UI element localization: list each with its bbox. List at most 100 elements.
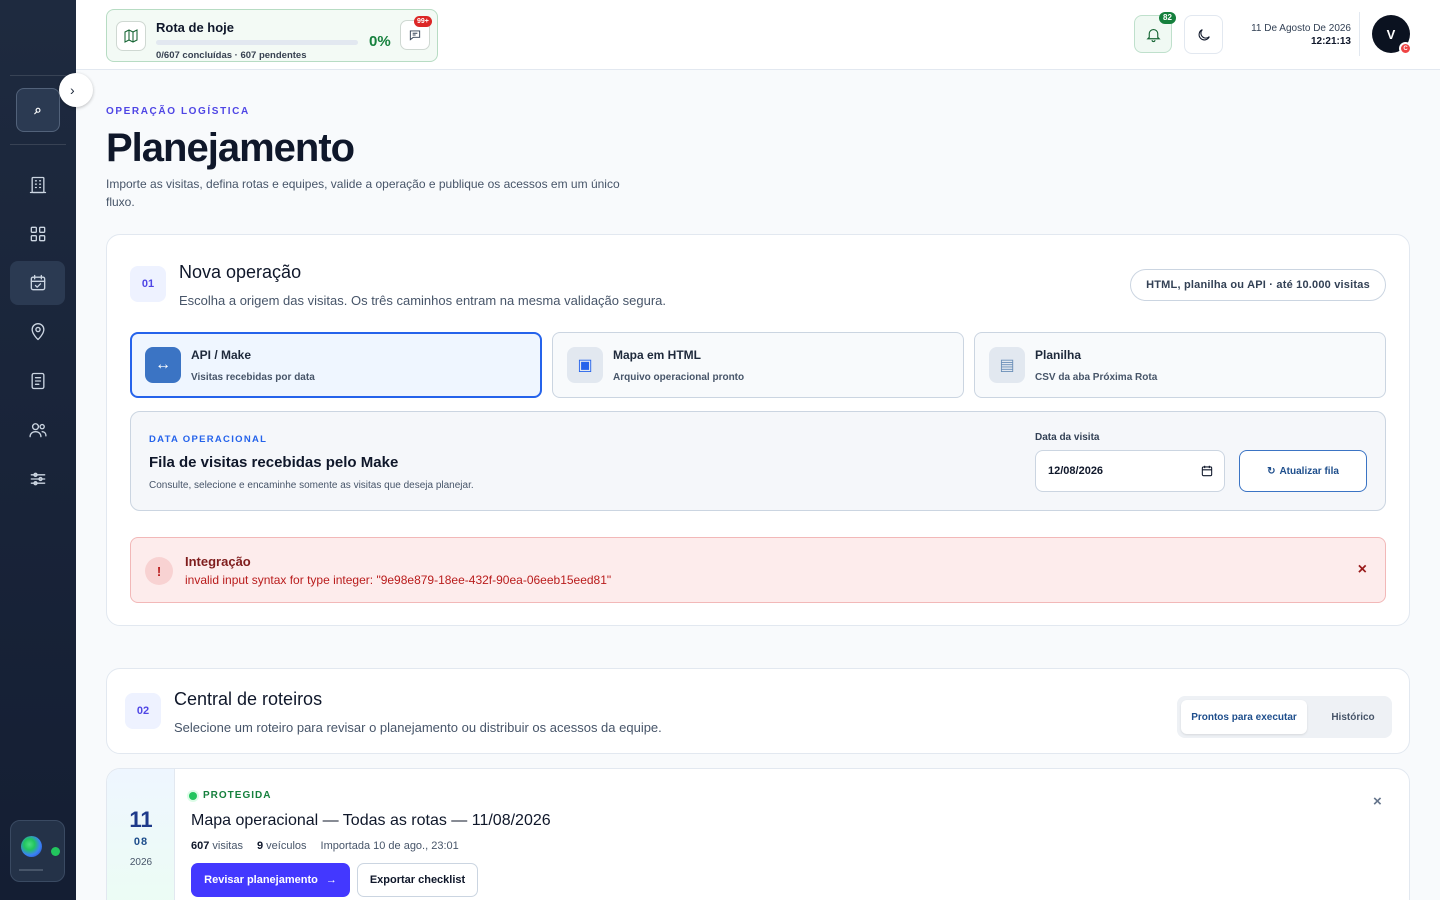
map-icon [124, 29, 138, 43]
review-planning-button[interactable]: Revisar planejamento → [191, 863, 350, 897]
sidebar-item-planning[interactable] [10, 261, 65, 305]
route-map-button[interactable] [116, 21, 146, 51]
topbar: Rota de hoje 0/607 concluídas · 607 pend… [76, 0, 1440, 70]
grid-icon [30, 226, 45, 242]
export-checklist-button[interactable]: Exportar checklist [357, 863, 478, 897]
chat-badge: 99+ [414, 16, 432, 27]
tab-ready[interactable]: Prontos para executar [1181, 700, 1307, 734]
source-option-api[interactable]: ↔ API / Make Visitas recebidas por data [130, 332, 542, 398]
routes-center-card: 02 Central de roteiros Selecione um rote… [106, 668, 1410, 754]
make-queue-panel: DATA OPERACIONAL Fila de visitas recebid… [130, 411, 1386, 511]
option-subtitle: Visitas recebidas por data [191, 372, 315, 383]
environment-switcher[interactable] [10, 820, 65, 882]
arrows-icon: ↔ [145, 347, 181, 383]
visits-label: visitas [212, 840, 243, 852]
visit-date-label: Data da visita [1035, 432, 1100, 443]
imported-at: Importada 10 de ago., 23:01 [320, 840, 459, 852]
option-label: API / Make [191, 348, 252, 362]
status-badge: PROTEGIDA [189, 790, 271, 801]
route-meta: 607 visitas 9 veículos Importada 10 de a… [191, 840, 459, 852]
sidebar-divider [10, 144, 66, 145]
route-month: 08 [133, 836, 149, 848]
notifications-button[interactable]: 82 [1134, 12, 1176, 53]
arrow-right-icon: → [325, 874, 337, 886]
topbar-divider [1359, 12, 1360, 56]
option-label: Mapa em HTML [613, 348, 702, 362]
route-percent: 0% [369, 33, 391, 50]
step-badge: 01 [130, 266, 166, 302]
source-option-spreadsheet[interactable]: ▤ Planilha CSV da aba Próxima Rota [974, 332, 1386, 398]
visits-count: 607 [191, 840, 210, 852]
notifications-badge: 82 [1159, 12, 1176, 24]
option-subtitle: CSV da aba Próxima Rota [1035, 372, 1158, 383]
visits-meta: 607 visitas [191, 840, 243, 852]
sidebar-item-settings[interactable] [10, 457, 65, 501]
search-icon: ⌕ [34, 102, 42, 117]
avatar-initial: V [1386, 26, 1396, 42]
sidebar-divider [10, 75, 66, 76]
sidebar-item-buildings[interactable] [10, 163, 65, 207]
section-title: Nova operação [179, 262, 302, 282]
calendar-icon [1201, 465, 1213, 477]
section-description: Selecione um roteiro para revisar o plan… [174, 720, 662, 735]
sidebar-collapse-button[interactable]: › [59, 73, 93, 107]
route-day: 11 [129, 807, 153, 832]
sidebar-item-reports[interactable] [10, 359, 65, 403]
option-label: Planilha [1035, 348, 1082, 362]
vehicles-count: 9 [256, 840, 264, 852]
alert-message: invalid input syntax for type integer: "… [185, 573, 612, 587]
page-eyebrow: OPERAÇÃO LOGÍSTICA [106, 106, 250, 117]
source-option-html[interactable]: ▣ Mapa em HTML Arquivo operacional pront… [552, 332, 964, 398]
users-icon [28, 423, 47, 438]
status-dot [189, 791, 197, 800]
globe-icon [21, 836, 42, 857]
chat-icon [409, 30, 421, 41]
close-icon[interactable]: × [1373, 793, 1382, 810]
integration-error-alert: ! Integração invalid input syntax for ty… [130, 537, 1386, 603]
section-description: Escolha a origem das visitas. Os três ca… [179, 293, 666, 308]
chevron-right-icon: › [70, 82, 75, 98]
section-title: Central de roteiros [174, 689, 323, 709]
sidebar-item-locations[interactable] [10, 310, 65, 354]
current-time: 12:21:13 [1310, 36, 1351, 47]
vehicles-meta: 9 veículos [257, 840, 307, 852]
date-time: 11 De Agosto De 2026 12:21:13 [1216, 22, 1351, 48]
document-icon [31, 372, 44, 390]
route-progress-bar [156, 40, 358, 45]
route-item-card: 11 08 2026 PROTEGIDA Mapa operacional — … [106, 768, 1410, 900]
route-title: Rota de hoje [156, 20, 235, 35]
sidebar-item-users[interactable] [10, 408, 65, 452]
queue-title: Fila de visitas recebidas pelo Make [149, 454, 399, 471]
building-icon [29, 176, 46, 194]
alert-title: Integração [185, 554, 251, 569]
user-avatar[interactable]: V C [1372, 15, 1412, 55]
capacity-pill: HTML, planilha ou API · até 10.000 visit… [1130, 269, 1386, 301]
bell-icon [1145, 28, 1161, 42]
visit-date-value: 12/08/2026 [1048, 465, 1104, 477]
option-subtitle: Arquivo operacional pronto [613, 372, 745, 383]
sidebar: ⌕ [0, 0, 76, 900]
tab-history[interactable]: Histórico [1317, 700, 1389, 734]
page-title: Planejamento [106, 126, 355, 170]
moon-icon [1198, 28, 1210, 40]
refresh-queue-button[interactable]: ↻ Atualizar fila [1239, 450, 1367, 492]
new-operation-card: 01 Nova operação Escolha a origem das vi… [106, 234, 1410, 626]
html-file-icon: ▣ [567, 347, 603, 383]
sliders-icon [30, 472, 45, 486]
visit-date-input[interactable]: 12/08/2026 [1035, 450, 1225, 492]
sidebar-search-button[interactable]: ⌕ [16, 88, 60, 132]
alert-icon: ! [145, 557, 173, 585]
status-label: PROTEGIDA [203, 790, 272, 801]
today-route-card[interactable]: Rota de hoje 0/607 concluídas · 607 pend… [106, 9, 438, 62]
route-chat-button[interactable]: 99+ [400, 16, 432, 50]
refresh-icon: ↻ [1267, 465, 1276, 477]
current-date: 11 De Agosto De 2026 [1251, 23, 1351, 34]
route-year: 2026 [129, 857, 153, 868]
close-icon[interactable]: × [1358, 561, 1367, 579]
online-status-dot [51, 847, 60, 856]
map-pin-icon [31, 323, 44, 341]
route-title: Mapa operacional — Todas as rotas — 11/0… [191, 812, 551, 829]
avatar-badge: C [1399, 42, 1412, 55]
sidebar-item-dashboard[interactable] [10, 212, 65, 256]
button-label: Revisar planejamento [204, 874, 318, 886]
